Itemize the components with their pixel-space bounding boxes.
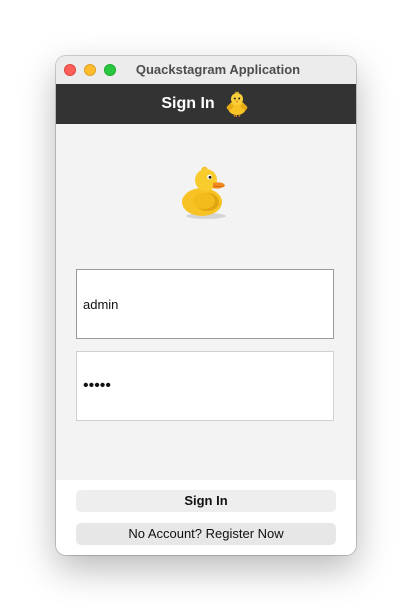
sign-in-button[interactable]: Sign In bbox=[76, 490, 336, 512]
app-window: Quackstagram Application Sign In admin •… bbox=[56, 56, 356, 555]
window-title: Quackstagram Application bbox=[135, 62, 301, 77]
chick-icon bbox=[226, 91, 247, 117]
duck-logo-icon bbox=[182, 166, 226, 219]
username-field[interactable] bbox=[76, 269, 334, 339]
title-bar[interactable]: Quackstagram Application bbox=[56, 56, 356, 85]
password-field[interactable] bbox=[76, 351, 334, 421]
button-panel: Sign In No Account? Register Now bbox=[56, 480, 356, 555]
register-button[interactable]: No Account? Register Now bbox=[76, 523, 336, 545]
header-title: Sign In bbox=[161, 95, 215, 112]
header-bar: Sign In bbox=[56, 84, 356, 124]
login-content bbox=[56, 124, 356, 480]
